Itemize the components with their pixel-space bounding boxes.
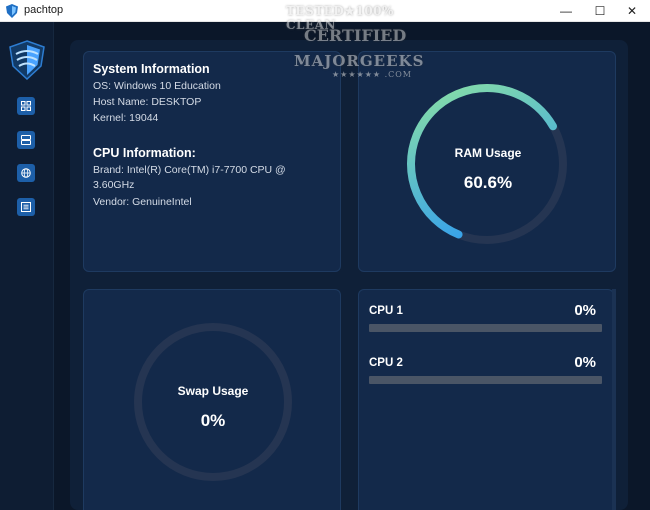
kernel-text: Kernel: 19044	[93, 112, 159, 124]
swap-gauge	[131, 320, 295, 484]
sidebar-item-storage[interactable]	[17, 131, 35, 149]
list-icon	[21, 202, 31, 212]
globe-icon	[21, 168, 31, 178]
cpu2-value: 0%	[574, 354, 596, 371]
cpu-info-title: CPU Information:	[93, 146, 196, 160]
swap-gauge-track	[134, 323, 292, 481]
cpu-brand-text-cont: 3.60GHz	[93, 179, 135, 191]
swap-gauge-arc	[131, 320, 295, 484]
watermark-line2: CERTIFIED	[304, 26, 407, 45]
cpu2-progress-bar	[369, 376, 602, 384]
cpu-card-scrollbar[interactable]	[612, 289, 616, 510]
cpu1-label: CPU 1	[369, 305, 403, 317]
grid-icon	[21, 101, 31, 111]
app-icon	[6, 4, 18, 18]
ram-gauge	[406, 84, 567, 244]
maximize-button[interactable]: ☐	[584, 0, 616, 22]
cpu1-value: 0%	[574, 302, 596, 319]
server-icon	[21, 135, 31, 145]
ram-usage-value: 60.6%	[463, 173, 513, 192]
close-button[interactable]: ✕	[616, 0, 648, 22]
cpu2-label: CPU 2	[369, 357, 403, 369]
swap-usage-label: Swap Usage	[177, 384, 249, 398]
cpu-brand-text: Brand: Intel(R) Core(TM) i7-7700 CPU @	[93, 164, 286, 176]
logo-icon	[9, 40, 45, 80]
sidebar-item-network[interactable]	[17, 164, 35, 182]
cpu1-progress-bar	[369, 324, 602, 332]
cpu-usage-card	[358, 289, 614, 510]
sidebar-item-dashboard[interactable]	[17, 97, 35, 115]
system-info-title: System Information	[93, 62, 210, 76]
watermark-line3: MAJORGEEKS	[294, 52, 425, 70]
cpu-vendor-text: Vendor: GenuineIntel	[93, 196, 192, 208]
swap-usage-value: 0%	[200, 411, 226, 430]
minimize-button[interactable]: —	[550, 0, 582, 22]
host-name-text: Host Name: DESKTOP	[93, 96, 202, 108]
ram-usage-label: RAM Usage	[454, 146, 522, 160]
sidebar-item-processes[interactable]	[17, 198, 35, 216]
watermark-line4: ★★★★★★ .COM	[332, 70, 412, 79]
os-text: OS: Windows 10 Education	[93, 80, 221, 92]
sidebar	[0, 22, 54, 510]
window-title: pachtop	[24, 4, 64, 16]
majorgeeks-watermark: TESTED★100% CLEAN CERTIFIED MAJORGEEKS ★…	[284, 2, 425, 82]
ram-gauge-arc	[406, 84, 567, 244]
